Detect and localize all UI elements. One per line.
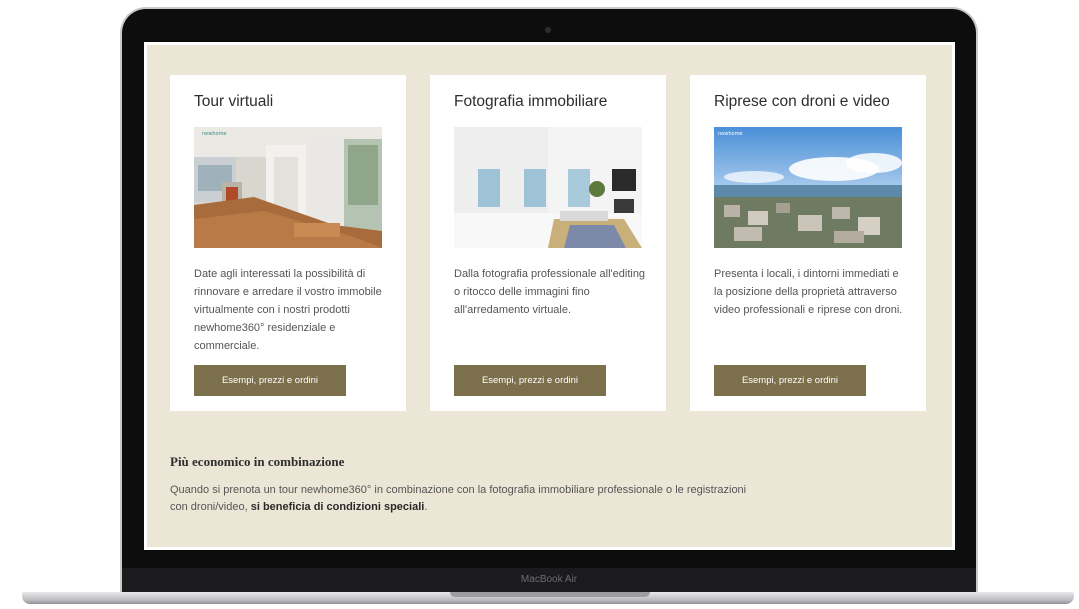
laptop-bezel-label: MacBook Air bbox=[122, 568, 976, 592]
combo-text-after: . bbox=[424, 501, 428, 513]
combo-section-title: Più economico in combinazione bbox=[170, 454, 345, 469]
combo-section-text: Quando si prenota un tour newhome360° in… bbox=[170, 482, 750, 516]
combo-text-highlight: si beneficia di condizioni speciali bbox=[250, 501, 425, 513]
esempi-prezzi-button-fotografia[interactable]: Esempi, prezzi e ordini bbox=[454, 365, 606, 396]
card-fotografia-immobiliare: Fotografia immobiliare Dalla fotografia … bbox=[430, 75, 666, 411]
laptop-screen: Tour virtuali newhome Date agli interess… bbox=[144, 42, 955, 550]
esempi-prezzi-button-droni[interactable]: Esempi, prezzi e ordini bbox=[714, 365, 866, 396]
laptop-base-notch bbox=[450, 592, 650, 597]
svg-text:newhome: newhome bbox=[202, 131, 227, 137]
webpage-section: Tour virtuali newhome Date agli interess… bbox=[147, 45, 952, 547]
card-description: Dalla fotografia professionale all'editi… bbox=[454, 268, 646, 316]
card-description: Presenta i locali, i dintorni immediati … bbox=[714, 268, 903, 316]
card-title: Tour virtuali bbox=[194, 93, 274, 110]
card-tour-virtuali: Tour virtuali newhome Date agli interess… bbox=[170, 75, 406, 411]
svg-text:newhome: newhome bbox=[718, 131, 743, 137]
esempi-prezzi-button-tour[interactable]: Esempi, prezzi e ordini bbox=[194, 365, 346, 396]
living-room-photo-image bbox=[454, 127, 642, 248]
card-riprese-droni: Riprese con droni e video newhome Presen… bbox=[690, 75, 926, 411]
aerial-city-photo-image: newhome bbox=[714, 127, 902, 248]
camera-icon bbox=[545, 27, 551, 33]
card-title: Riprese con droni e video bbox=[714, 93, 890, 110]
card-description: Date agli interessati la possibilità di … bbox=[194, 268, 382, 352]
interior-photo-image: newhome bbox=[194, 127, 382, 248]
card-title: Fotografia immobiliare bbox=[454, 93, 608, 110]
